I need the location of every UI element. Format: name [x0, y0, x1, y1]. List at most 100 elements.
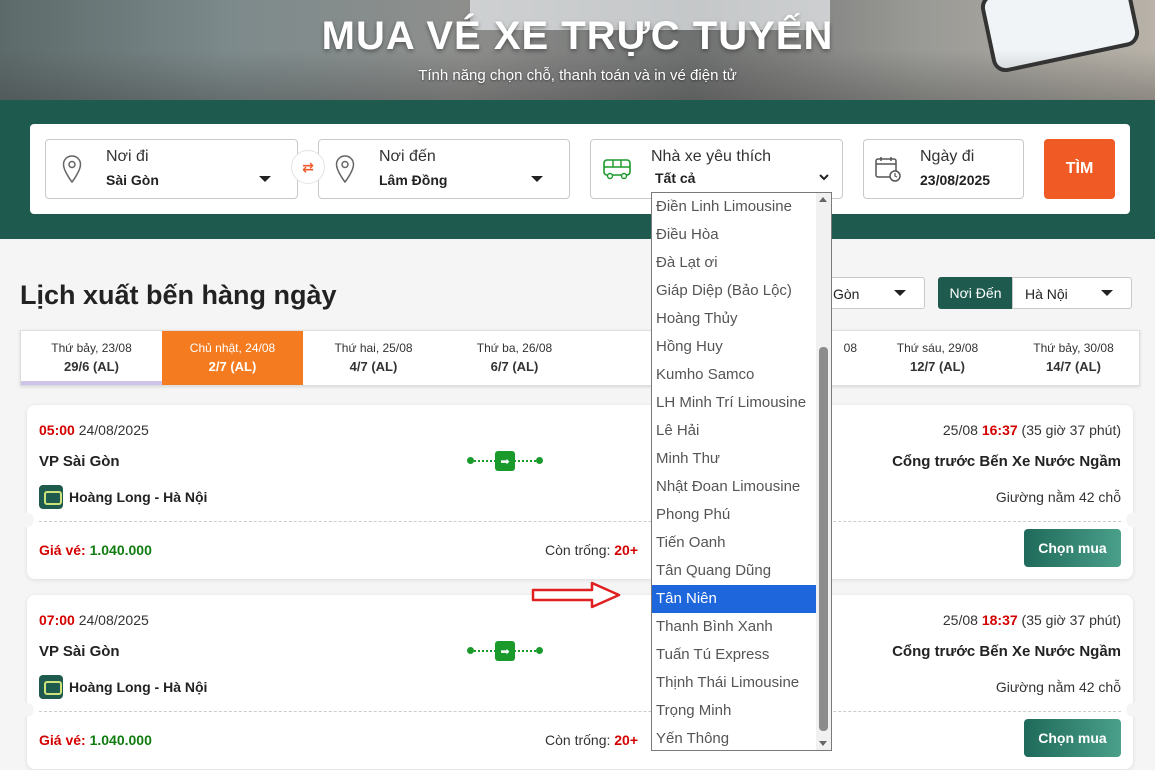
to-select[interactable]: Nơi đến Lâm Đồng	[318, 139, 570, 199]
ticket-notch	[20, 513, 34, 527]
dropdown-option[interactable]: LH Minh Trí Limousine	[652, 389, 831, 417]
dropdown-option-selected[interactable]: Tân Niên	[652, 585, 831, 613]
scrollbar-thumb[interactable]	[819, 347, 828, 731]
day-tab-date: Thứ hai, 25/08	[334, 341, 413, 355]
dropdown-option[interactable]: Nhật Đoan Limousine	[652, 473, 831, 501]
departure-time: 05:00 24/08/2025	[39, 422, 149, 438]
ticket-notch	[20, 703, 34, 717]
day-tab[interactable]: Thứ sáu, 29/08 12/7 (AL)	[867, 331, 1008, 385]
departure-time: 07:00 24/08/2025	[39, 612, 149, 628]
seat-type: Giường nằm 42 chỗ	[995, 489, 1121, 505]
route-line: ➡	[467, 641, 543, 661]
date-value: 23/08/2025	[920, 172, 991, 188]
operator-label: Nhà xe yêu thích	[651, 148, 772, 165]
dropdown-option[interactable]: Tân Quang Dũng	[652, 557, 831, 585]
route-end-dot	[536, 647, 543, 654]
day-tab[interactable]: Thứ bảy, 30/08 14/7 (AL)	[1008, 331, 1139, 385]
dropdown-option[interactable]: Lê Hải	[652, 417, 831, 445]
seats-count: 20+	[614, 542, 639, 558]
arr-date: 25/08	[942, 422, 978, 438]
operator-logo	[39, 485, 63, 509]
dropdown-option[interactable]: Kumho Samco	[652, 361, 831, 389]
bus-arrow-icon: ➡	[495, 641, 515, 661]
dropdown-option[interactable]: Hoàng Thủy	[652, 305, 831, 333]
day-tab-date: Thứ bảy, 23/08	[51, 341, 132, 355]
route-start-dot	[467, 457, 474, 464]
dropdown-option[interactable]: Điều Hòa	[652, 221, 831, 249]
scroll-down-icon[interactable]	[819, 741, 827, 746]
price-value: 1.040.000	[89, 732, 152, 748]
arr-date: 25/08	[942, 612, 978, 628]
day-tab-date: Thứ ba, 26/08	[476, 341, 553, 355]
search-panel: Nơi đi Sài Gòn Nơi đến Lâm Đồng Nhà xe y…	[30, 124, 1130, 214]
day-tab-active[interactable]: Chủ nhật, 24/08 2/7 (AL)	[162, 331, 303, 385]
dropdown-option[interactable]: Yến Thông	[652, 725, 831, 750]
from-select[interactable]: Nơi đi Sài Gòn	[45, 139, 298, 199]
seat-type: Giường nằm 42 chỗ	[995, 679, 1121, 695]
dropdown-option[interactable]: Thịnh Thái Limousine	[652, 669, 831, 697]
dropdown-option[interactable]: Giáp Diệp (Bảo Lộc)	[652, 277, 831, 305]
route-end-dot	[536, 457, 543, 464]
dep-time: 05:00	[39, 422, 75, 438]
swap-button[interactable]: ⇄	[291, 150, 325, 184]
operator-name: Hoàng Long - Hà Nội	[39, 485, 207, 509]
hero-subtitle: Tính năng chọn chỗ, thanh toán và in vé …	[418, 67, 737, 84]
buy-button[interactable]: Chọn mua	[1024, 529, 1121, 567]
buy-button[interactable]: Chọn mua	[1024, 719, 1121, 757]
operator-select[interactable]: Nhà xe yêu thích Tất cả	[590, 139, 843, 199]
arr-time: 18:37	[981, 612, 1018, 628]
operator-label: Hoàng Long - Hà Nội	[69, 489, 208, 505]
divider	[39, 711, 1121, 712]
dropdown-option[interactable]: Phong Phú	[652, 501, 831, 529]
from-value: Sài Gòn	[106, 172, 159, 188]
dropdown-option[interactable]: Đà Lạt ơi	[652, 249, 831, 277]
dropdown-option[interactable]: Điền Linh Limousine	[652, 193, 831, 221]
seats-available: Còn trống: 20+	[545, 542, 638, 558]
dropdown-option[interactable]: Thanh Bình Xanh	[652, 613, 831, 641]
price: Giá vé: 1.040.000	[39, 542, 152, 558]
trip-card: 07:00 24/08/2025 VP Sài Gòn Hoàng Long -…	[20, 595, 1140, 769]
bus-arrow-icon: ➡	[495, 451, 515, 471]
arrow-right-icon	[531, 581, 621, 609]
day-tab[interactable]: Thứ hai, 25/08 4/7 (AL)	[303, 331, 444, 385]
day-tab[interactable]: Thứ ba, 26/08 6/7 (AL)	[444, 331, 585, 385]
to-value: Lâm Đồng	[379, 172, 448, 188]
day-tab[interactable]: Thứ bảy, 23/08 29/6 (AL)	[21, 331, 162, 385]
hero-banner: MUA VÉ XE TRỰC TUYẾN Tính năng chọn chỗ,…	[0, 0, 1155, 100]
arrival-station: Cổng trước Bến Xe Nước Ngầm	[892, 643, 1121, 660]
dropdown-option[interactable]: Tiến Oanh	[652, 529, 831, 557]
date-picker[interactable]: Ngày đi 23/08/2025	[863, 139, 1024, 199]
location-pin-icon	[335, 155, 355, 183]
route-start-dot	[467, 647, 474, 654]
departure-station: VP Sài Gòn	[39, 643, 120, 660]
seats-label: Còn trống:	[545, 732, 611, 748]
dropdown-option[interactable]: Minh Thư	[652, 445, 831, 473]
chevron-down-icon	[259, 176, 271, 182]
price-label: Giá vé:	[39, 542, 86, 558]
dropdown-option[interactable]: Trọng Minh	[652, 697, 831, 725]
dropdown-option[interactable]: Tuấn Tú Express	[652, 641, 831, 669]
scroll-up-icon[interactable]	[819, 197, 827, 202]
departure-station: VP Sài Gòn	[39, 453, 120, 470]
day-tab-lunar: 4/7 (AL)	[349, 359, 398, 374]
location-pin-icon	[62, 155, 82, 183]
arrival-time: 25/08 16:37 (35 giờ 37 phút)	[943, 422, 1121, 438]
price: Giá vé: 1.040.000	[39, 732, 152, 748]
seats-count: 20+	[614, 732, 639, 748]
to-filter-value: Hà Nội	[1025, 286, 1068, 302]
seats-label: Còn trống:	[545, 542, 611, 558]
trip-duration: (35 giờ 37 phút)	[1021, 422, 1121, 438]
chevron-down-icon	[1101, 290, 1113, 296]
to-filter-select[interactable]: Hà Nội	[1012, 277, 1132, 309]
day-tab-lunar: 12/7 (AL)	[910, 359, 965, 374]
arrival-station: Cổng trước Bến Xe Nước Ngầm	[892, 453, 1121, 470]
dropdown-option[interactable]: Hồng Huy	[652, 333, 831, 361]
ticket-notch	[1126, 513, 1140, 527]
dropdown-scrollbar[interactable]	[816, 193, 831, 750]
trip-duration: (35 giờ 37 phút)	[1021, 612, 1121, 628]
chevron-down-icon	[894, 290, 906, 296]
day-tab-indicator	[21, 381, 162, 385]
find-button[interactable]: TÌM	[1044, 139, 1115, 199]
operator-dropdown-list[interactable]: Điền Linh Limousine Điều Hòa Đà Lạt ơi Giáp…	[651, 192, 832, 751]
chevron-down-icon	[531, 176, 543, 182]
